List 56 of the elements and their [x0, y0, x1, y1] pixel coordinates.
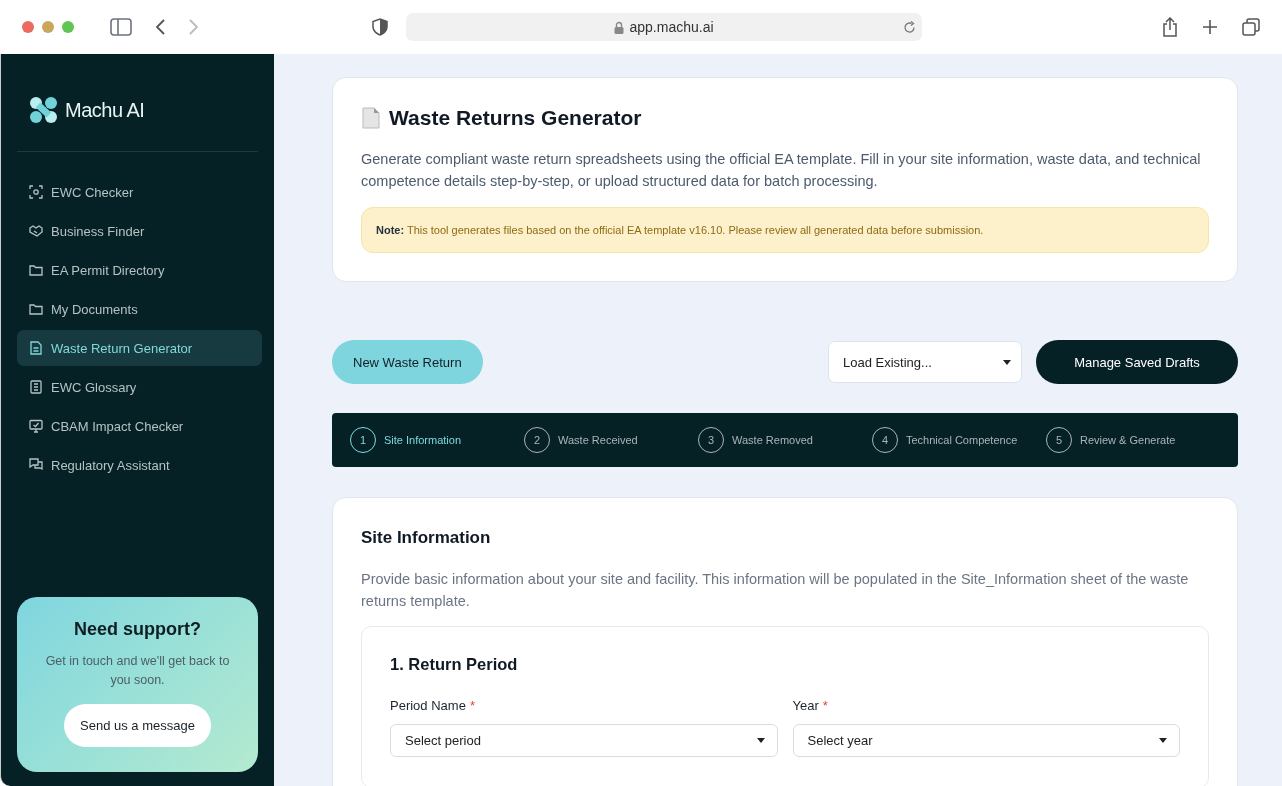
logo-icon	[29, 96, 59, 124]
chat-icon	[29, 458, 43, 472]
brand-name: Machu AI	[65, 98, 145, 122]
monitor-icon	[29, 419, 43, 433]
shield-icon[interactable]	[372, 18, 388, 36]
new-waste-return-button[interactable]: New Waste Return	[332, 340, 483, 384]
select-field[interactable]: Select year	[792, 724, 1180, 757]
plus-icon[interactable]	[1202, 19, 1218, 35]
sidebar-item[interactable]: EWC Checker	[17, 174, 262, 210]
url-text: app.machu.ai	[629, 19, 714, 35]
sidebar-item[interactable]: EWC Glossary	[17, 369, 262, 405]
field-label: Year	[792, 698, 819, 713]
note-banner: Note: This tool generates files based on the official EA template v16.10. Please review all generated data before submission.	[361, 207, 1209, 253]
scan-icon	[29, 185, 43, 199]
address-bar[interactable]: app.machu.ai	[406, 13, 922, 41]
step-tab[interactable]: 5 Review & Generate	[1046, 427, 1220, 453]
required-mark: *	[822, 698, 828, 713]
caret-icon	[1003, 359, 1011, 365]
load-existing-select[interactable]: Load Existing...	[828, 341, 1022, 383]
section-title: Site Information	[361, 528, 492, 548]
step-tab[interactable]: 3 Waste Removed	[698, 427, 872, 453]
reload-icon[interactable]	[903, 21, 916, 34]
notebook-icon	[29, 380, 43, 394]
minimize-window-button[interactable]	[42, 21, 54, 33]
manage-drafts-button[interactable]: Manage Saved Drafts	[1036, 340, 1238, 384]
support-title: Need support?	[74, 619, 201, 640]
sidebar-toggle-icon[interactable]	[110, 18, 132, 36]
caret-icon	[756, 738, 765, 743]
subsection-title: 1. Return Period	[390, 655, 519, 674]
support-text: Get in touch and we'll get back to you soon.	[44, 653, 231, 689]
sidebar-item[interactable]: Business Finder	[17, 213, 262, 249]
send-message-button[interactable]: Send us a message	[64, 704, 211, 747]
step-tab[interactable]: 4 Technical Competence	[872, 427, 1046, 453]
step-tab[interactable]: 2 Waste Received	[524, 427, 698, 453]
close-window-button[interactable]	[22, 21, 34, 33]
document-icon	[29, 341, 43, 355]
page-description: Generate compliant waste return spreadsheets using the official EA template. Fill in your site information, waste data, and technical competence details step-by-step, or upload structured data for batch processing.	[361, 150, 1202, 191]
required-mark: *	[469, 698, 475, 713]
sidebar-item[interactable]: Waste Return Generator	[17, 330, 262, 366]
lock-icon	[614, 20, 625, 34]
page-icon	[361, 107, 381, 129]
page-title: Waste Returns Generator	[389, 106, 642, 130]
share-icon[interactable]	[1162, 17, 1178, 37]
sidebar-item[interactable]: My Documents	[17, 291, 262, 327]
caret-icon	[1159, 738, 1167, 743]
folder-icon	[29, 263, 43, 277]
field-label: Period Name	[390, 698, 466, 713]
folder-icon	[29, 302, 43, 316]
select-field[interactable]: Select period	[390, 724, 778, 757]
tabs-icon[interactable]	[1242, 18, 1260, 36]
back-icon[interactable]	[154, 18, 166, 36]
sidebar-item[interactable]: CBAM Impact Checker	[17, 408, 262, 444]
sidebar-item[interactable]: Regulatory Assistant	[17, 447, 262, 483]
step-tab[interactable]: 1 Site Information	[350, 427, 524, 453]
section-description: Provide basic information about your site and facility. This information will be populated in the Site_Information sheet of the waste returns template.	[361, 570, 1190, 611]
sidebar-item[interactable]: EA Permit Directory	[17, 252, 262, 288]
